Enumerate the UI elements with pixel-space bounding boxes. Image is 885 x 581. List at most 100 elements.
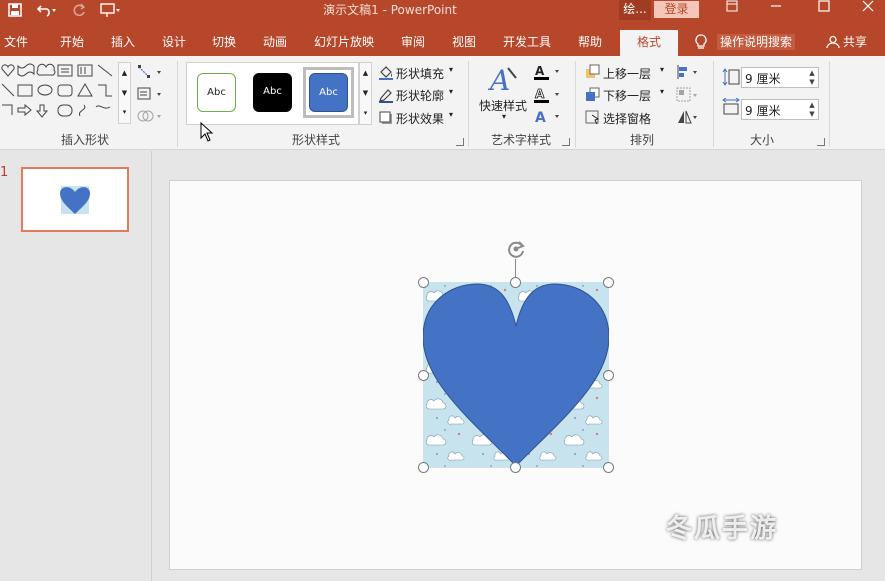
resize-handle-bottom-left[interactable] — [418, 462, 429, 473]
shapes-gallery[interactable] — [0, 62, 118, 124]
group-wordart-styles: 艺术字样式 — [490, 133, 551, 147]
group-insert-shapes: 插入形状 — [60, 133, 109, 147]
spin-down-icon[interactable]: ▼ — [808, 78, 816, 86]
tab-review[interactable]: 审阅 — [393, 30, 433, 56]
tab-developer[interactable]: 开发工具 — [497, 30, 557, 56]
login-button[interactable]: 登录 — [654, 1, 699, 18]
slide-thumbnail[interactable] — [21, 167, 129, 232]
chevron-down-icon: ▾ — [449, 87, 454, 96]
edit-shape-icon[interactable] — [137, 64, 163, 80]
shape-width-icon — [722, 97, 740, 116]
spin-up-icon[interactable]: ▲ — [808, 69, 816, 77]
style-preset-black[interactable]: Abc — [253, 73, 292, 112]
tell-me-search[interactable]: 操作说明搜索 — [717, 34, 796, 50]
tab-home[interactable]: 开始 — [52, 30, 92, 56]
window-title: 演示文稿1 - PowerPoint — [323, 3, 457, 17]
shape-outline-button[interactable]: 形状轮廓 — [396, 87, 444, 104]
undo-icon[interactable] — [34, 0, 60, 20]
tab-transitions[interactable]: 切换 — [204, 30, 244, 56]
group-objects-icon[interactable] — [676, 87, 700, 103]
title-bar: 演示文稿1 - PowerPoint 绘... 登录 — [0, 0, 885, 30]
shape-width-value: 9 厘米 — [745, 104, 781, 118]
svg-text:A: A — [535, 64, 545, 78]
resize-handle-bottom-right[interactable] — [603, 462, 614, 473]
paint-bucket-icon — [378, 64, 394, 80]
share-label: 共享 — [843, 35, 868, 49]
resize-handle-top-left[interactable] — [418, 277, 429, 288]
group-divider — [829, 61, 830, 147]
shape-fill-button[interactable]: 形状填充 — [396, 65, 444, 82]
svg-text:A: A — [535, 110, 546, 125]
slide-number: 1 — [0, 165, 9, 180]
close-icon[interactable] — [850, 0, 885, 20]
text-fill-icon[interactable]: A — [533, 64, 563, 80]
send-backward-icon — [585, 87, 601, 103]
bring-forward-icon — [585, 64, 601, 80]
tab-file[interactable]: 文件 — [0, 30, 32, 56]
shapes-gallery-scroll[interactable]: ▲ ▼ ▾ — [118, 62, 131, 124]
shape-height-icon — [722, 68, 740, 86]
svg-text:A: A — [535, 87, 545, 101]
chevron-down-icon: ▾ — [660, 87, 665, 96]
shape-effects-icon — [378, 110, 394, 126]
group-arrange: 排列 — [629, 133, 654, 147]
pen-outline-icon — [378, 87, 394, 103]
rotate-icon[interactable] — [676, 109, 700, 125]
person-icon — [826, 35, 840, 49]
wordart-quick-styles-icon[interactable]: A — [487, 64, 520, 97]
tab-format[interactable]: 格式 — [620, 30, 678, 56]
resize-handle-right[interactable] — [603, 370, 614, 381]
group-size: 大小 — [749, 133, 774, 147]
shape-height-input[interactable]: 9 厘米 ▲ ▼ — [741, 67, 819, 88]
minimize-icon[interactable] — [758, 0, 794, 20]
text-effects-icon[interactable]: A — [533, 109, 563, 126]
merge-shapes-icon[interactable] — [137, 108, 163, 124]
maximize-icon[interactable] — [806, 0, 842, 20]
spin-up-icon[interactable]: ▲ — [808, 101, 816, 109]
site-watermark: 冬瓜手游 — [666, 514, 779, 544]
align-icon[interactable] — [676, 64, 700, 80]
save-icon[interactable] — [4, 0, 26, 20]
shape-height-value: 9 厘米 — [745, 72, 781, 86]
tab-design[interactable]: 设计 — [154, 30, 194, 56]
text-box-icon[interactable] — [137, 86, 163, 102]
bring-forward-button[interactable]: 上移一层 — [603, 65, 651, 82]
context-tab-drawing[interactable]: 绘... — [619, 0, 651, 20]
selection-pane-icon — [585, 109, 601, 125]
tab-animations[interactable]: 动画 — [255, 30, 295, 56]
size-dialog-launcher[interactable] — [817, 138, 825, 146]
shape-effects-button[interactable]: 形状效果 — [396, 110, 444, 127]
heart-shape[interactable] — [422, 282, 610, 468]
share-button[interactable]: 共享 — [826, 33, 867, 51]
thumbnail-heart-icon — [60, 186, 90, 214]
wordart-dialog-launcher[interactable] — [562, 138, 570, 146]
group-divider — [575, 61, 576, 147]
ribbon: ▲ ▼ ▾ 插入形状 Abc Abc Abc ▲ ▼ ▾ 形状填充 ▾ 形状轮廓… — [0, 56, 885, 150]
redo-icon[interactable] — [70, 0, 88, 20]
styles-gallery-scroll[interactable]: ▲ ▼ ▾ — [359, 62, 372, 125]
ribbon-display-icon[interactable] — [714, 0, 750, 20]
shape-width-input[interactable]: 9 厘米 ▲ ▼ — [741, 99, 819, 120]
tab-slideshow[interactable]: 幻灯片放映 — [308, 30, 380, 56]
group-shape-styles: 形状样式 — [291, 133, 340, 147]
tab-view[interactable]: 视图 — [444, 30, 484, 56]
lightbulb-icon[interactable] — [693, 33, 709, 51]
selection-pane-button[interactable]: 选择窗格 — [603, 110, 651, 127]
rotate-handle-icon[interactable] — [505, 238, 527, 260]
tab-help[interactable]: 帮助 — [570, 30, 610, 56]
resize-handle-top-right[interactable] — [603, 277, 614, 288]
style-preset-blue[interactable]: Abc — [309, 73, 348, 112]
style-preset-outline-green[interactable]: Abc — [197, 73, 236, 112]
tab-insert[interactable]: 插入 — [103, 30, 143, 56]
group-divider — [468, 61, 469, 147]
group-divider — [713, 61, 714, 147]
send-backward-button[interactable]: 下移一层 — [603, 87, 651, 104]
group-divider — [177, 61, 178, 147]
shape-styles-dialog-launcher[interactable] — [456, 138, 464, 146]
resize-handle-left[interactable] — [418, 370, 429, 381]
text-outline-icon[interactable]: A — [533, 87, 563, 103]
spin-down-icon[interactable]: ▼ — [808, 110, 816, 118]
from-beginning-icon[interactable] — [98, 0, 122, 20]
resize-handle-top[interactable] — [510, 277, 521, 288]
resize-handle-bottom[interactable] — [510, 462, 521, 473]
